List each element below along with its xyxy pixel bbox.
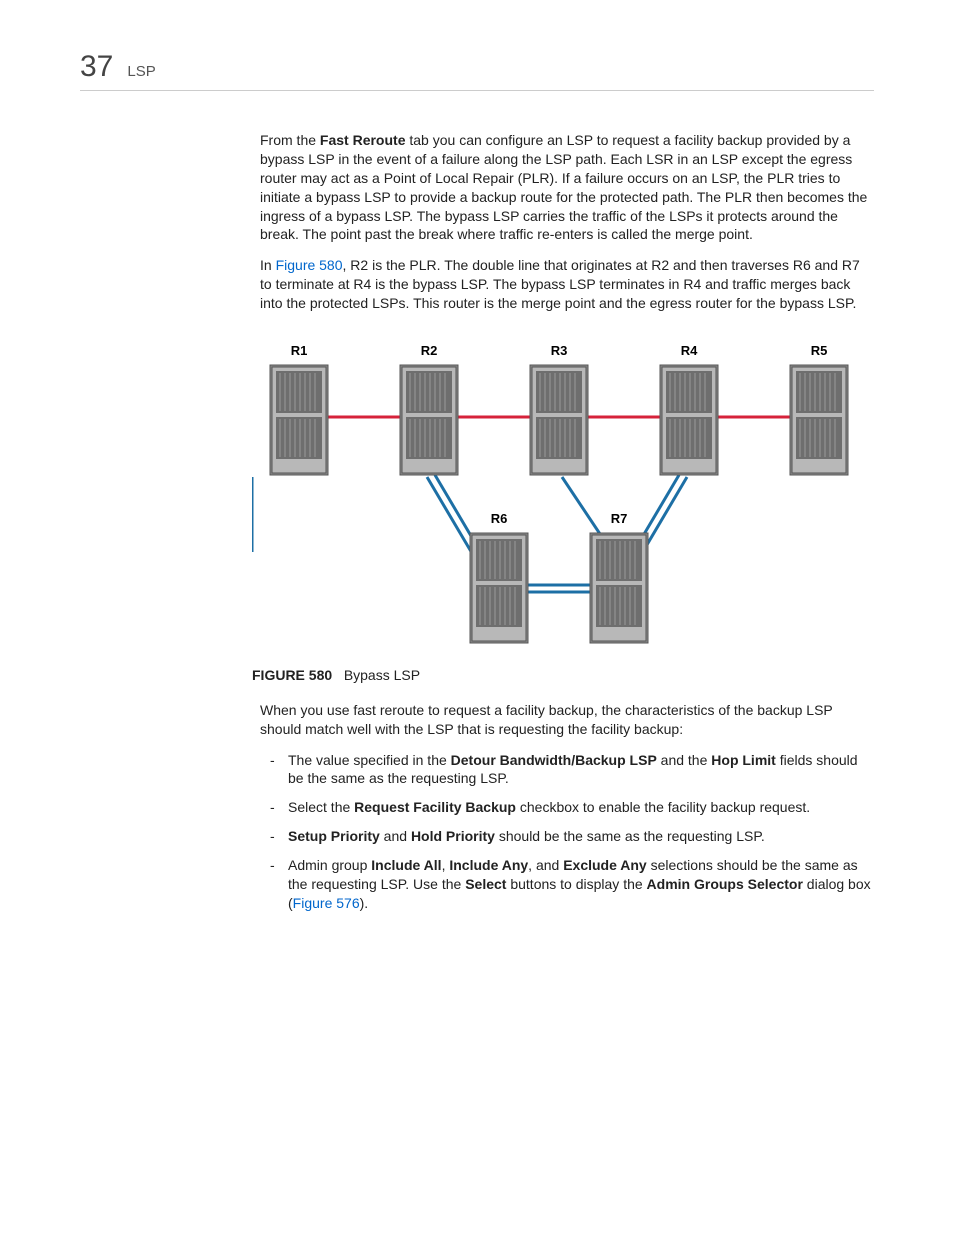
bold-text: Select — [465, 876, 506, 892]
bold-text: Include All — [371, 857, 441, 873]
page-content: From the Fast Reroute tab you can config… — [260, 131, 874, 913]
router-label: R2 — [421, 343, 438, 358]
page-header: 37 LSP — [80, 50, 874, 91]
list-item: Setup Priority and Hold Priority should … — [288, 827, 874, 846]
router-r6: R6 — [470, 511, 528, 643]
paragraph-3: When you use fast reroute to request a f… — [260, 701, 874, 739]
document-page: 37 LSP From the Fast Reroute tab you can… — [0, 0, 954, 983]
text: , R2 is the PLR. The double line that or… — [260, 257, 860, 311]
paragraph-2: In Figure 580, R2 is the PLR. The double… — [260, 256, 874, 313]
text: and — [380, 828, 411, 844]
text: From the — [260, 132, 320, 148]
router-r4: R4 — [660, 343, 718, 475]
bold-text: Hop Limit — [711, 752, 776, 768]
bold-text: Fast Reroute — [320, 132, 406, 148]
text: tab you can configure an LSP to request … — [260, 132, 867, 242]
router-r1: R1 — [270, 343, 328, 475]
bold-text: Exclude Any — [563, 857, 647, 873]
router-r5: R5 — [790, 343, 848, 475]
figure-link[interactable]: Figure 576 — [293, 895, 360, 911]
text: ). — [360, 895, 369, 911]
page-number: 37 — [80, 50, 113, 84]
router-label: R7 — [611, 511, 628, 526]
figure-bypass-lsp: R1 R2 R3 R4 — [252, 327, 874, 652]
text: In — [260, 257, 276, 273]
bold-text: Setup Priority — [288, 828, 380, 844]
bold-text: Admin Groups Selector — [647, 876, 803, 892]
bullet-list: The value specified in the Detour Bandwi… — [260, 751, 874, 913]
bold-text: Detour Bandwidth/Backup LSP — [451, 752, 657, 768]
text: should be the same as the requesting LSP… — [495, 828, 765, 844]
page-title: LSP — [127, 63, 155, 80]
router-label: R4 — [681, 343, 698, 358]
list-item: Admin group Include All, Include Any, an… — [288, 856, 874, 913]
router-label: R1 — [291, 343, 308, 358]
bold-text: Include Any — [449, 857, 528, 873]
text: buttons to display the — [506, 876, 646, 892]
text: , and — [528, 857, 563, 873]
list-item: Select the Request Facility Backup check… — [288, 798, 874, 817]
bold-text: Request Facility Backup — [354, 799, 516, 815]
caption-label: FIGURE 580 — [252, 667, 332, 683]
router-label: R6 — [491, 511, 508, 526]
text: Select the — [288, 799, 354, 815]
router-label: R3 — [551, 343, 568, 358]
router-label: R5 — [811, 343, 828, 358]
paragraph-1: From the Fast Reroute tab you can config… — [260, 131, 874, 244]
list-item: The value specified in the Detour Bandwi… — [288, 751, 874, 789]
router-r3: R3 — [530, 343, 588, 475]
figure-link[interactable]: Figure 580 — [276, 257, 343, 273]
text: The value specified in the — [288, 752, 451, 768]
router-r2: R2 — [400, 343, 458, 475]
diagram-svg: R1 R2 R3 R4 — [252, 327, 872, 647]
caption-text: Bypass LSP — [344, 667, 420, 683]
figure-caption: FIGURE 580 Bypass LSP — [252, 666, 874, 685]
bold-text: Hold Priority — [411, 828, 495, 844]
text: Admin group — [288, 857, 371, 873]
text: checkbox to enable the facility backup r… — [516, 799, 810, 815]
text: and the — [657, 752, 712, 768]
